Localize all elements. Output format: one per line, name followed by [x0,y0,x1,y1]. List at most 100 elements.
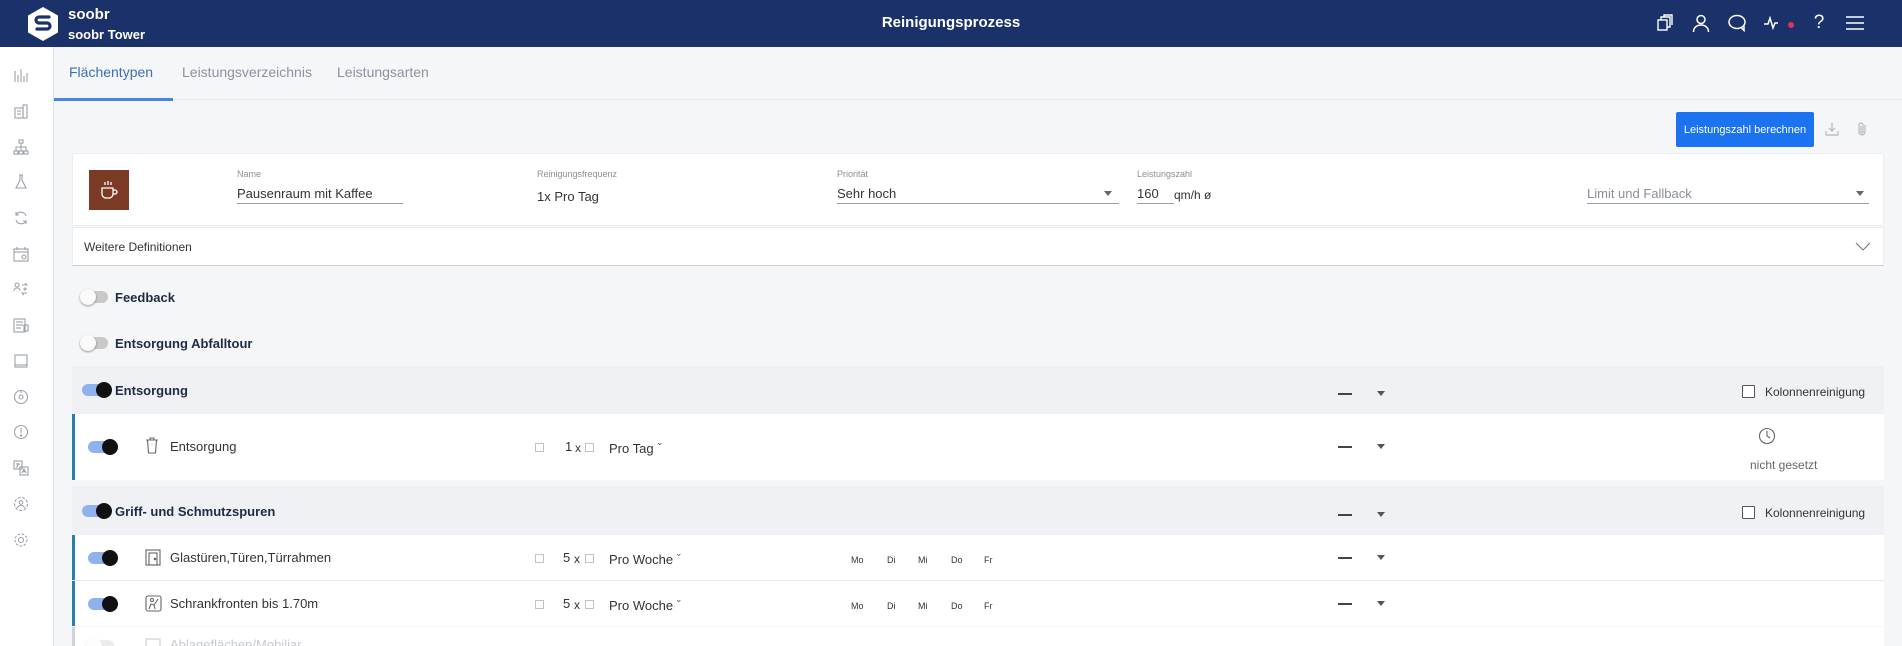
group-fingerprints-header [72,486,1884,536]
decrement-button[interactable] [535,554,544,563]
chart-icon[interactable] [10,64,32,86]
cabinet-fronts-toggle[interactable] [88,596,118,612]
activity-icon[interactable] [1762,12,1784,34]
disposal-column-cleaning-checkbox[interactable] [1742,385,1755,398]
calendar-icon[interactable] [10,243,32,265]
clock-icon[interactable] [1758,427,1776,450]
cabinet-fronts-label: Schrankfronten bis 1.70m [170,596,319,611]
chevron-down-icon[interactable] [1855,242,1871,252]
page-title: Reinigungsprozess [881,14,1021,31]
day-di[interactable]: Di [887,601,896,611]
waste-tour-toggle[interactable] [80,335,108,351]
attachment-icon[interactable] [1853,120,1871,138]
fingerprints-group-toggle[interactable] [82,503,112,519]
priority-underline [837,203,1119,204]
chevron-down-icon[interactable]: ⌄ [656,437,664,448]
building-icon[interactable] [10,100,32,122]
shelves-toggle[interactable] [86,638,114,646]
calculate-performance-button[interactable]: Leistungszahl berechnen [1676,112,1814,147]
cleaning-person-icon [145,595,162,617]
decrement-button[interactable] [535,600,544,609]
cabinet-fronts-frequency-select[interactable]: Pro Woche [609,598,673,613]
feedback-toggle[interactable] [80,289,108,305]
name-input[interactable]: Pausenraum mit Kaffee [237,186,373,201]
day-fr[interactable]: Fr [984,601,993,611]
name-input-underline [237,203,403,204]
glass-doors-toggle[interactable] [88,550,118,566]
day-do[interactable]: Do [951,601,963,611]
info-icon[interactable] [10,421,32,443]
coffee-icon[interactable] [89,170,129,210]
fingerprints-group-time-dash [1338,514,1352,516]
hierarchy-icon[interactable] [10,136,32,158]
tab-flaechentypen[interactable]: Flächentypen [69,64,153,80]
help-icon[interactable]: ? [1808,12,1830,34]
entsorgung-qty[interactable]: 1 [565,439,572,454]
cabinet-fronts-qty[interactable]: 5 [563,596,570,611]
group-fingerprints-title: Griff- und Schmutzspuren [115,504,276,519]
more-definitions-label: Weitere Definitionen [84,240,192,254]
book-icon[interactable] [10,350,32,372]
disposal-group-toggle[interactable] [82,382,112,398]
performance-input[interactable]: 160 [1137,186,1159,201]
frequency-label: Reinigungsfrequenz [537,169,618,179]
download-icon[interactable] [1823,120,1841,138]
day-do[interactable]: Do [951,555,963,565]
increment-button[interactable] [585,443,594,452]
glass-doors-time-dash [1338,557,1352,559]
notification-dot [1788,22,1794,28]
top-bar: soobr soobr Tower Reinigungsprozess ? [0,0,1902,47]
day-mo[interactable]: Mo [851,601,864,611]
tab-leistungsarten[interactable]: Leistungsarten [337,64,429,80]
chevron-down-icon[interactable]: ⌄ [675,594,683,605]
more-definitions-panel[interactable]: Weitere Definitionen [72,227,1884,266]
disposal-group-time-dropdown[interactable] [1377,391,1385,396]
entsorgung-item-toggle[interactable] [88,439,118,455]
table-row [72,581,1884,626]
translate-icon[interactable] [10,457,32,479]
left-sidebar [0,47,54,646]
priority-dropdown-arrow[interactable] [1104,191,1112,196]
day-fr[interactable]: Fr [984,555,993,565]
decrement-button[interactable] [535,443,544,452]
tenant-name[interactable]: soobr Tower [68,27,145,42]
refresh-icon[interactable] [10,207,32,229]
day-mo[interactable]: Mo [851,555,864,565]
copy-icon[interactable] [1654,12,1676,34]
disposal-group-time-dash [1338,393,1352,395]
user-swap-icon[interactable] [10,278,32,300]
fingerprints-column-cleaning-checkbox[interactable] [1742,506,1755,519]
performance-label: Leistungszahl [1137,169,1193,179]
frequency-value: 1x Pro Tag [537,189,599,204]
chat-icon[interactable] [1726,12,1748,34]
user-icon[interactable] [1690,12,1712,34]
soobr-logo-icon[interactable] [26,6,60,42]
gauge-icon[interactable] [10,386,32,408]
settings-group-icon[interactable] [10,493,32,515]
gear-icon[interactable] [10,529,32,551]
limit-fallback-select[interactable]: Limit und Fallback [1587,186,1692,201]
glass-doors-frequency-select[interactable]: Pro Woche [609,552,673,567]
increment-button[interactable] [585,554,594,563]
flask-icon[interactable] [10,171,32,193]
group-waste-tour-title: Entsorgung Abfalltour [115,336,253,351]
report-icon[interactable] [10,314,32,336]
menu-icon[interactable] [1844,12,1866,34]
cabinet-fronts-time-dropdown[interactable] [1377,601,1385,606]
priority-select[interactable]: Sehr hoch [837,186,896,201]
increment-button[interactable] [585,600,594,609]
day-di[interactable]: Di [887,555,896,565]
tab-leistungsverzeichnis[interactable]: Leistungsverzeichnis [182,64,312,80]
glass-doors-qty[interactable]: 5 [563,550,570,565]
limit-dropdown-arrow[interactable] [1856,191,1864,196]
day-mi[interactable]: Mi [918,555,928,565]
glass-doors-time-dropdown[interactable] [1377,555,1385,560]
fingerprints-group-time-dropdown[interactable] [1377,512,1385,517]
day-mi[interactable]: Mi [918,601,928,611]
active-tab-indicator [54,98,173,101]
group-feedback-title: Feedback [115,290,175,305]
entsorgung-time-dropdown[interactable] [1377,444,1385,449]
times-sign: x [575,441,581,455]
entsorgung-frequency-select[interactable]: Pro Tag [609,441,654,456]
chevron-down-icon[interactable]: ⌄ [675,548,683,559]
